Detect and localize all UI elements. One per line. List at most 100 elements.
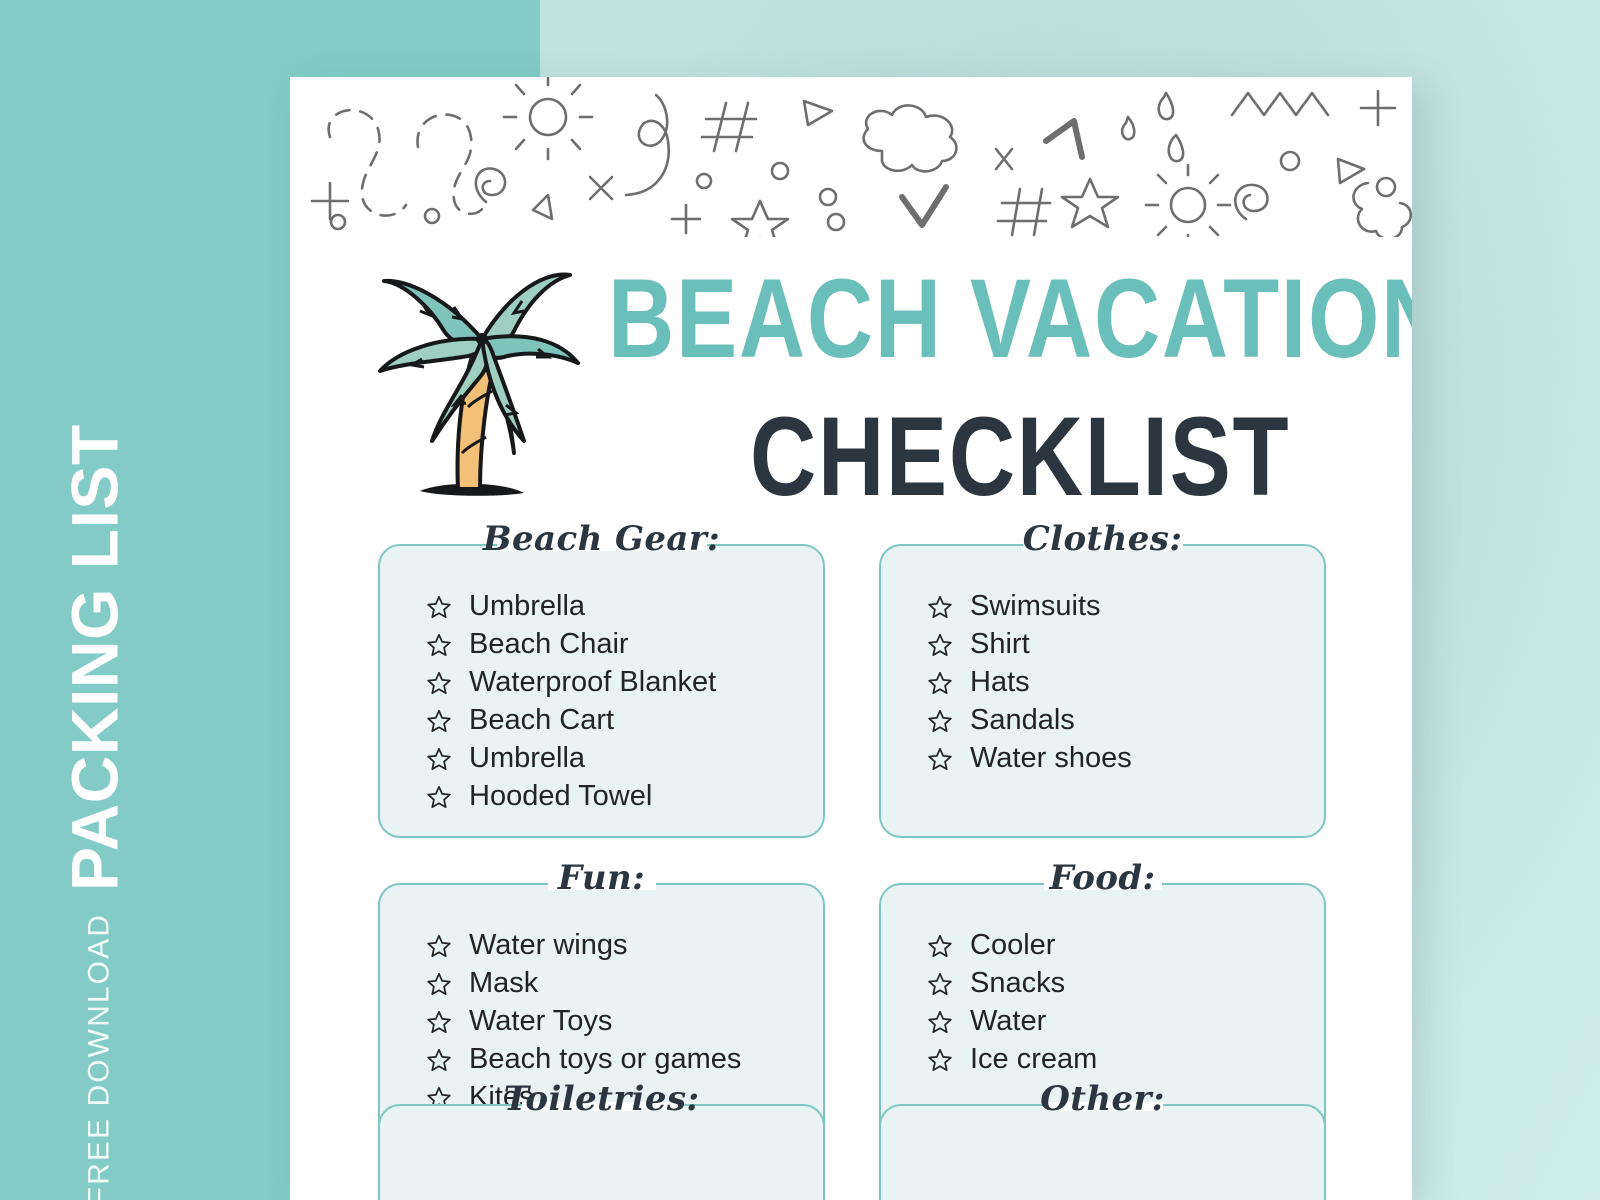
spiral-doodle	[1234, 183, 1269, 221]
card-title: Toiletries:	[503, 1079, 700, 1119]
circle-doodle	[1279, 150, 1301, 172]
packing-list-label: PACKING LIST	[57, 424, 132, 892]
star-outline-icon	[427, 785, 451, 808]
title-block: BEACH VACATION CHECKLIST	[608, 263, 1412, 519]
star-outline-icon	[427, 633, 451, 656]
list-item[interactable]: Beach Chair	[406, 626, 797, 664]
star-outline-icon	[928, 934, 952, 957]
checkmark-doodle	[899, 184, 949, 228]
x-doodle	[588, 175, 614, 201]
sidebar-vertical-text: FREE DOWNLOAD PACKING LIST	[58, 424, 132, 1200]
star-outline-icon	[427, 934, 451, 957]
triangle-doodle	[802, 99, 834, 127]
arrow-doodle	[1043, 118, 1085, 160]
sun-doodle	[1144, 163, 1232, 237]
list-item-label: Waterproof Blanket	[469, 666, 717, 698]
cloud-doodle	[862, 104, 958, 173]
checklist-items: Umbrella Beach Chair Waterproof Blanket …	[406, 588, 797, 816]
list-item-label: Beach Cart	[469, 704, 615, 736]
star-outline-icon	[928, 747, 952, 770]
printable-sheet: BEACH VACATION CHECKLIST Beach Gear: Umb…	[290, 77, 1412, 1200]
list-item[interactable]: Water Toys	[406, 1003, 797, 1041]
list-item-label: Sandals	[970, 704, 1075, 736]
list-item[interactable]: Ice cream	[907, 1041, 1298, 1079]
list-item-label: Swimsuits	[970, 590, 1101, 622]
list-item[interactable]: Umbrella	[406, 588, 797, 626]
list-item[interactable]: Beach toys or games	[406, 1041, 797, 1079]
list-item[interactable]: Water wings	[406, 927, 797, 965]
list-item[interactable]: Mask	[406, 965, 797, 1003]
page-title-line2: CHECKLIST	[750, 394, 1291, 519]
list-item[interactable]: Shirt	[907, 626, 1298, 664]
x-doodle	[994, 147, 1014, 171]
list-item[interactable]: Water	[907, 1003, 1298, 1041]
list-item[interactable]: Hats	[907, 664, 1298, 702]
hash-doodle	[996, 187, 1052, 237]
list-item[interactable]: Cooler	[907, 927, 1298, 965]
spiral-doodle	[474, 167, 507, 204]
checklist-card-cutoff-right: Other:	[879, 1079, 1326, 1200]
checklist-grid-cutoff: Toiletries: Other:	[378, 1079, 1326, 1200]
star-outline-icon	[928, 633, 952, 656]
checklist-card-cutoff-left: Toiletries:	[378, 1079, 825, 1200]
list-item[interactable]: Water shoes	[907, 740, 1298, 778]
droplet-doodle	[1167, 133, 1185, 163]
free-download-label: FREE DOWNLOAD	[82, 913, 116, 1200]
card-title: Beach Gear:	[482, 519, 721, 559]
triangle-doodle	[531, 193, 554, 221]
list-item-label: Hats	[970, 666, 1030, 698]
cloud-doodle	[1352, 181, 1412, 237]
star-outline-icon	[928, 1010, 952, 1033]
plus-doodle	[670, 203, 702, 235]
list-item[interactable]: Swimsuits	[907, 588, 1298, 626]
star-outline-icon	[427, 1048, 451, 1071]
star-outline-icon	[427, 709, 451, 732]
list-item-label: Water wings	[469, 929, 628, 961]
list-item-label: Water shoes	[970, 742, 1132, 774]
star-doodle	[730, 199, 790, 237]
list-item-label: Cooler	[970, 929, 1056, 961]
list-item-label: Beach toys or games	[469, 1043, 742, 1075]
checklist-items: Cooler Snacks Water Ice cream	[907, 927, 1298, 1079]
list-item-label: Ice cream	[970, 1043, 1098, 1075]
droplet-doodle	[1120, 115, 1136, 141]
droplet-doodle	[1157, 91, 1175, 121]
list-item[interactable]: Hooded Towel	[406, 778, 797, 816]
star-outline-icon	[928, 709, 952, 732]
circle-doodle	[423, 207, 441, 225]
card-title: Clothes:	[1022, 519, 1183, 559]
star-outline-icon	[427, 595, 451, 618]
list-item[interactable]: Snacks	[907, 965, 1298, 1003]
star-outline-icon	[928, 671, 952, 694]
star-outline-icon	[427, 747, 451, 770]
list-item-label: Mask	[469, 967, 539, 999]
circle-doodle	[818, 187, 838, 207]
palm-tree-icon	[378, 272, 580, 496]
list-item-label: Water	[970, 1005, 1047, 1037]
list-item-label: Snacks	[970, 967, 1066, 999]
circle-doodle	[1375, 176, 1397, 198]
star-outline-icon	[427, 1010, 451, 1033]
plus-doodle	[310, 181, 350, 221]
star-outline-icon	[427, 671, 451, 694]
star-doodle	[1060, 177, 1120, 229]
doodle-decoration-band	[310, 77, 1412, 237]
card-title: Fun:	[557, 858, 646, 898]
list-item[interactable]: Umbrella	[406, 740, 797, 778]
checklist-card-clothes: Clothes: Swimsuits Shirt Hats Sandals Wa…	[879, 519, 1326, 838]
list-item[interactable]: Beach Cart	[406, 702, 797, 740]
star-outline-icon	[427, 972, 451, 995]
triangle-doodle	[1336, 157, 1366, 185]
plus-doodle	[1359, 89, 1397, 127]
circle-doodle	[826, 212, 846, 232]
sheet-header: BEACH VACATION CHECKLIST	[290, 245, 1412, 525]
list-item[interactable]: Waterproof Blanket	[406, 664, 797, 702]
list-item[interactable]: Sandals	[907, 702, 1298, 740]
circle-doodle	[329, 213, 347, 231]
card-title: Food:	[1049, 858, 1156, 898]
circle-doodle	[695, 172, 713, 190]
checklist-card-beach-gear: Beach Gear: Umbrella Beach Chair Waterpr…	[378, 519, 825, 838]
sun-doodle	[502, 77, 594, 161]
list-item-label: Water Toys	[469, 1005, 613, 1037]
circle-doodle	[770, 161, 790, 181]
